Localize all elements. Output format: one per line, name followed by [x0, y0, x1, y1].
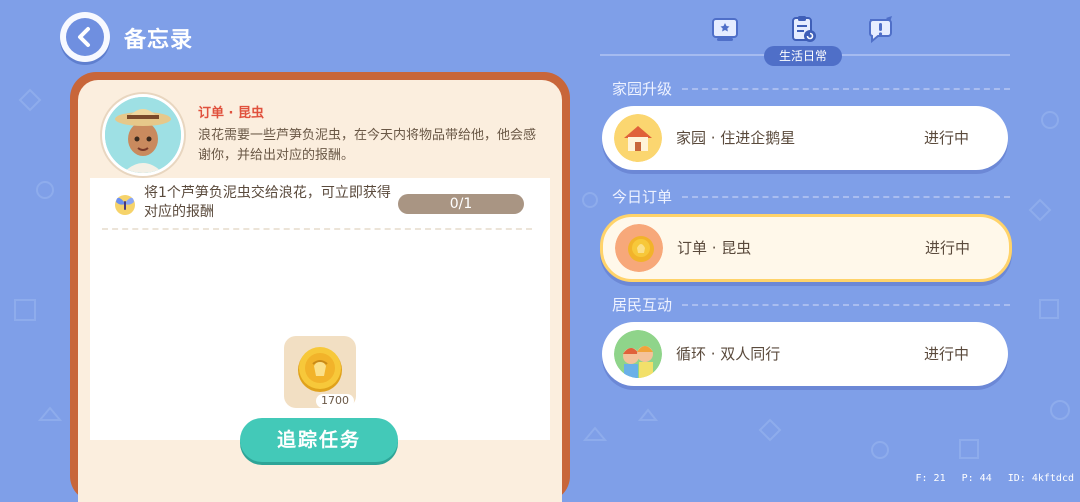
task-panel: 将1个芦笋负泥虫交给浪花，可立即获得对应的报酬 0/1 1700	[90, 178, 550, 440]
section-title: 居民互动	[612, 296, 673, 314]
reward-item[interactable]: 1700	[284, 336, 356, 408]
page-title: 备忘录	[124, 28, 194, 53]
coin-icon	[615, 224, 663, 272]
tab-daily-life[interactable]: 生活日常	[764, 46, 842, 66]
reward-count: 1700	[316, 394, 354, 408]
quest-duo-cycle[interactable]: 循环 · 双人同行 进行中	[602, 322, 1008, 386]
quest-name: 订单 · 昆虫	[677, 239, 752, 257]
quest-order-insect[interactable]: 订单 · 昆虫 进行中	[600, 214, 1012, 282]
track-task-button[interactable]: 追踪任务	[240, 418, 398, 462]
order-description: 浪花需要一些芦笋负泥虫，在今天内将物品带给他，他会感谢你，并给出对应的报酬。	[198, 128, 537, 163]
order-detail-card: 订单 · 昆虫 浪花需要一些芦笋负泥虫，在今天内将物品带给他，他会感谢你，并给出…	[70, 72, 570, 502]
section-header-today-orders: 今日订单	[612, 186, 1010, 207]
back-button[interactable]	[60, 12, 110, 62]
quest-status: 进行中	[924, 345, 970, 363]
quest-status: 进行中	[924, 129, 970, 147]
tab-clipboard-icon[interactable]	[788, 14, 818, 44]
quest-name: 家园 · 住进企鹅星	[676, 129, 796, 147]
order-title: 订单 · 昆虫	[198, 106, 264, 121]
two-residents-icon	[614, 330, 662, 378]
debug-id: ID: 4kftdcd	[1007, 473, 1074, 484]
quest-name: 循环 · 双人同行	[676, 345, 781, 363]
section-header-resident-interaction: 居民互动	[612, 294, 1010, 315]
divider	[102, 228, 532, 230]
quest-status: 进行中	[925, 239, 971, 257]
quest-home-upgrade[interactable]: 家园 · 住进企鹅星 进行中	[602, 106, 1008, 170]
tab-notice-board-icon[interactable]	[710, 14, 740, 44]
debug-p: P: 44	[961, 473, 992, 484]
debug-info: F: 21 P: 44 ID: 4kftdcd	[905, 473, 1074, 484]
category-tab-bar: 生活日常	[600, 8, 1010, 66]
back-arrow-icon	[66, 18, 104, 56]
debug-f: F: 21	[915, 473, 946, 484]
resident-avatar	[102, 94, 184, 176]
house-icon	[614, 114, 662, 162]
task-description: 将1个芦笋负泥虫交给浪花，可立即获得对应的报酬	[144, 185, 391, 220]
section-title: 今日订单	[612, 188, 673, 206]
section-title: 家园升级	[612, 80, 673, 98]
butterfly-icon	[115, 195, 135, 215]
tab-speech-bubble-icon[interactable]	[866, 14, 896, 44]
section-header-home-upgrade: 家园升级	[612, 78, 1010, 99]
task-progress-bar: 0/1	[398, 194, 524, 214]
